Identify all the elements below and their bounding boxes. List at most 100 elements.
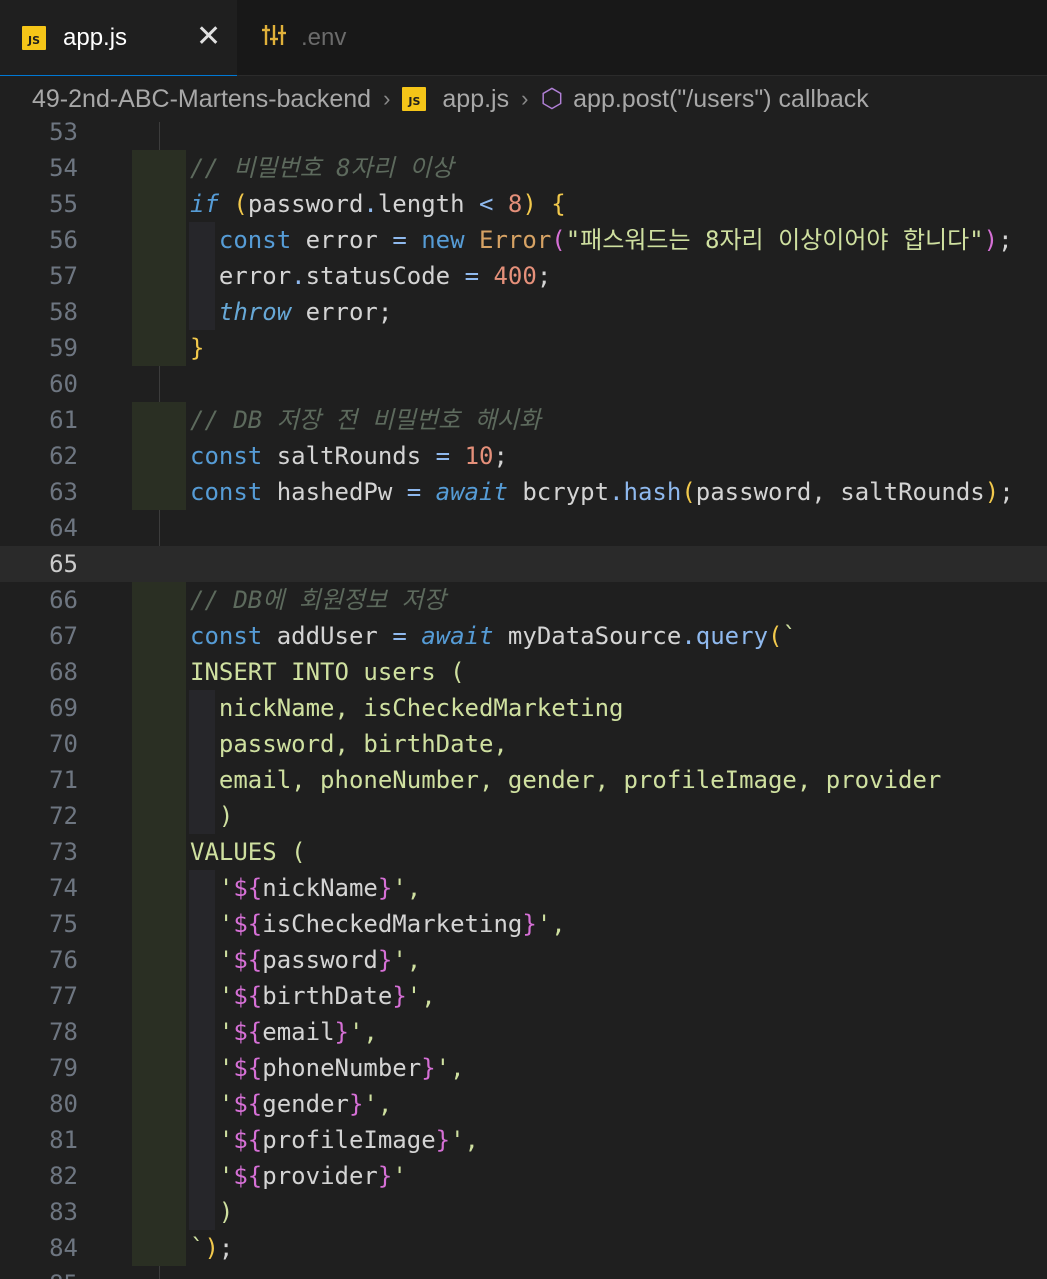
line-number: 84	[49, 1234, 78, 1262]
code-line[interactable]: 60	[0, 366, 1047, 402]
line-number: 71	[49, 766, 78, 794]
code-line[interactable]: 58 throw error;	[0, 294, 1047, 330]
line-number: 67	[49, 622, 78, 650]
code-line[interactable]: 78 '${email}',	[0, 1014, 1047, 1050]
code-line[interactable]: 85	[0, 1266, 1047, 1279]
code-text: '${provider}'	[190, 1162, 407, 1190]
code-text: '${nickName}',	[190, 874, 422, 902]
line-number: 68	[49, 658, 78, 686]
code-text: '${phoneNumber}',	[190, 1054, 465, 1082]
code-line[interactable]: 79 '${phoneNumber}',	[0, 1050, 1047, 1086]
line-number: 59	[49, 334, 78, 362]
breadcrumb-symbol[interactable]: app.post("/users") callback	[573, 85, 869, 114]
line-number: 76	[49, 946, 78, 974]
line-number: 64	[49, 514, 78, 542]
code-line[interactable]: 61 // DB 저장 전 비밀번호 해시화	[0, 402, 1047, 438]
code-line[interactable]: 81 '${profileImage}',	[0, 1122, 1047, 1158]
close-icon[interactable]: ✕	[196, 22, 221, 52]
line-number: 53	[49, 122, 78, 146]
line-number: 61	[49, 406, 78, 434]
tab-label: .env	[301, 24, 347, 51]
line-number: 81	[49, 1126, 78, 1154]
line-number: 77	[49, 982, 78, 1010]
code-line[interactable]: 73 VALUES (	[0, 834, 1047, 870]
line-number: 82	[49, 1162, 78, 1190]
code-line[interactable]: 62 const saltRounds = 10;	[0, 438, 1047, 474]
code-line[interactable]: 57 error.statusCode = 400;	[0, 258, 1047, 294]
code-line[interactable]: 70 password, birthDate,	[0, 726, 1047, 762]
code-text: nickName, isCheckedMarketing	[190, 694, 624, 722]
line-number: 60	[49, 370, 78, 398]
code-text: // DB에 회원정보 저장	[190, 586, 446, 614]
code-text: INSERT INTO users (	[190, 658, 465, 686]
line-number: 75	[49, 910, 78, 938]
line-number: 54	[49, 154, 78, 182]
code-line[interactable]: 84 `);	[0, 1230, 1047, 1266]
code-line[interactable]: 75 '${isCheckedMarketing}',	[0, 906, 1047, 942]
code-line[interactable]: 55 if (password.length < 8) {	[0, 186, 1047, 222]
code-text: )	[190, 1198, 234, 1226]
code-text: email, phoneNumber, gender, profileImage…	[190, 766, 942, 794]
breadcrumb-file[interactable]: app.js	[442, 85, 509, 114]
code-editor[interactable]: 53 54 // 비밀번호 8자리 이상 55 if (password.length …	[0, 122, 1047, 1279]
line-number: 65	[49, 550, 78, 578]
line-number: 58	[49, 298, 78, 326]
code-line[interactable]: 53	[0, 122, 1047, 150]
code-text: '${profileImage}',	[190, 1126, 480, 1154]
line-number: 56	[49, 226, 78, 254]
line-number: 66	[49, 586, 78, 614]
code-text: VALUES (	[190, 838, 306, 866]
code-text: // 비밀번호 8자리 이상	[190, 154, 454, 182]
js-file-icon: JS	[402, 87, 427, 111]
line-number: 72	[49, 802, 78, 830]
code-line[interactable]: 65	[0, 546, 1047, 582]
code-text: // DB 저장 전 비밀번호 해시화	[190, 406, 541, 434]
js-file-icon: JS	[22, 26, 46, 50]
code-line[interactable]: 72 )	[0, 798, 1047, 834]
code-line[interactable]: 82 '${provider}'	[0, 1158, 1047, 1194]
code-line[interactable]: 59}	[0, 330, 1047, 366]
tab-env[interactable]: .env	[237, 0, 437, 76]
code-line[interactable]: 66 // DB에 회원정보 저장	[0, 582, 1047, 618]
code-text: `);	[190, 1234, 234, 1262]
line-number: 79	[49, 1054, 78, 1082]
tab-app-js[interactable]: JS app.js ✕	[0, 0, 237, 77]
chevron-right-icon: ›	[521, 86, 529, 111]
code-line[interactable]: 77 '${birthDate}',	[0, 978, 1047, 1014]
code-text: const hashedPw = await bcrypt.hash(passw…	[190, 478, 1014, 506]
code-text: '${birthDate}',	[190, 982, 436, 1010]
code-text: error.statusCode = 400;	[218, 262, 552, 290]
breadcrumb-folder[interactable]: 49-2nd-ABC-Martens-backend	[32, 85, 371, 114]
settings-file-icon	[261, 22, 287, 55]
code-text: const addUser = await myDataSource.query…	[190, 622, 797, 650]
line-number: 80	[49, 1090, 78, 1118]
code-text: if (password.length < 8) {	[190, 190, 566, 218]
code-line[interactable]: 67 const addUser = await myDataSource.que…	[0, 618, 1047, 654]
code-text: const error = new Error("패스워드는 8자리 이상이어야…	[218, 226, 1013, 254]
code-line[interactable]: 68 INSERT INTO users (	[0, 654, 1047, 690]
line-number: 83	[49, 1198, 78, 1226]
code-line[interactable]: 56 const error = new Error("패스워드는 8자리 이상…	[0, 222, 1047, 258]
code-line[interactable]: 83 )	[0, 1194, 1047, 1230]
line-number: 55	[49, 190, 78, 218]
code-line[interactable]: 54 // 비밀번호 8자리 이상	[0, 150, 1047, 186]
code-line[interactable]: 76 '${password}',	[0, 942, 1047, 978]
code-text: '${isCheckedMarketing}',	[190, 910, 566, 938]
code-text: '${gender}',	[190, 1090, 393, 1118]
line-number: 62	[49, 442, 78, 470]
code-line[interactable]: 64	[0, 510, 1047, 546]
code-text: }	[190, 334, 205, 362]
code-text: password, birthDate,	[190, 730, 508, 758]
tab-bar: JS app.js ✕ .env	[0, 0, 1047, 77]
line-number: 69	[49, 694, 78, 722]
method-cube-icon: ⬡	[540, 84, 564, 114]
code-line[interactable]: 71 email, phoneNumber, gender, profileIm…	[0, 762, 1047, 798]
code-text: const saltRounds = 10;	[190, 442, 508, 470]
code-line[interactable]: 74 '${nickName}',	[0, 870, 1047, 906]
breadcrumb: 49-2nd-ABC-Martens-backend › JS app.js ›…	[0, 76, 1047, 122]
code-line[interactable]: 69 nickName, isCheckedMarketing	[0, 690, 1047, 726]
line-number: 63	[49, 478, 78, 506]
code-line[interactable]: 63 const hashedPw = await bcrypt.hash(pas…	[0, 474, 1047, 510]
code-line[interactable]: 80 '${gender}',	[0, 1086, 1047, 1122]
line-number: 73	[49, 838, 78, 866]
